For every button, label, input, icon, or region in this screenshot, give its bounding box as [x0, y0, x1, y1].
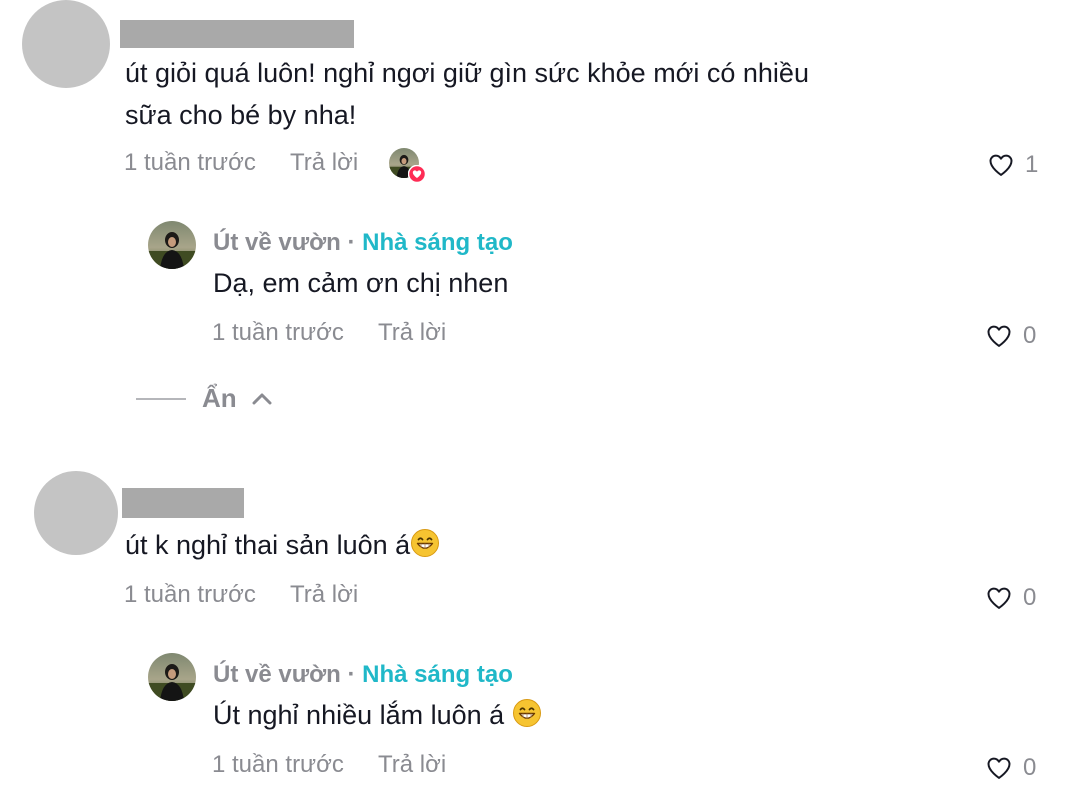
- grinning-face-emoji-icon: [410, 528, 440, 558]
- like-count: 0: [1023, 322, 1037, 349]
- reply-author-row: Út về vườn · Nhà sáng tạo: [213, 661, 513, 689]
- heart-outline-icon: [985, 322, 1013, 350]
- comment-timestamp: 1 tuần trước: [124, 581, 256, 608]
- reply-button[interactable]: Trả lời: [290, 149, 358, 177]
- reply-button[interactable]: Trả lời: [378, 319, 446, 347]
- like-count: 1: [1025, 151, 1039, 178]
- like-button[interactable]: 0: [985, 754, 1036, 782]
- reply-author-name[interactable]: Út về vườn: [213, 661, 341, 688]
- like-count: 0: [1023, 584, 1037, 611]
- like-count: 0: [1023, 754, 1037, 781]
- grinning-face-emoji-icon: [512, 698, 542, 728]
- reply-text: Dạ, em cảm ơn chị nhen: [213, 268, 509, 298]
- comment-text: út k nghỉ thai sản luôn á: [125, 524, 440, 566]
- heart-badge-icon: [408, 165, 426, 183]
- creator-liked-indicator: [388, 147, 426, 185]
- creator-badge: Nhà sáng tạo: [362, 229, 513, 256]
- like-button[interactable]: 0: [985, 584, 1036, 612]
- heart-outline-icon: [987, 151, 1015, 179]
- reply-text: Út nghỉ nhiều lắm luôn á: [213, 694, 542, 736]
- reply-author-name[interactable]: Út về vườn: [213, 229, 341, 256]
- reply-button[interactable]: Trả lời: [378, 751, 446, 779]
- reply-button[interactable]: Trả lời: [290, 581, 358, 609]
- reply-author-row: Út về vườn · Nhà sáng tạo: [213, 229, 513, 257]
- like-button[interactable]: 1: [987, 151, 1038, 179]
- commenter-name-redacted[interactable]: [122, 488, 244, 518]
- reply-text-content: Út nghỉ nhiều lắm luôn á: [213, 700, 505, 730]
- comment-text-line: sữa cho bé by nha!: [125, 100, 357, 130]
- author-separator: ·: [347, 229, 356, 256]
- author-separator: ·: [347, 661, 356, 688]
- creator-avatar[interactable]: [148, 653, 196, 701]
- reply-timestamp: 1 tuần trước: [212, 319, 344, 346]
- hide-divider: [136, 397, 186, 400]
- heart-outline-icon: [985, 754, 1013, 782]
- commenter-avatar[interactable]: [34, 471, 118, 555]
- comment-timestamp: 1 tuần trước: [124, 149, 256, 176]
- chevron-up-icon: [252, 393, 272, 404]
- commenter-name-redacted[interactable]: [120, 20, 354, 48]
- comment-text-content: út k nghỉ thai sản luôn á: [125, 530, 411, 560]
- hide-replies-label: Ẩn: [202, 383, 237, 413]
- creator-badge: Nhà sáng tạo: [362, 661, 513, 688]
- commenter-avatar[interactable]: [22, 0, 110, 88]
- like-button[interactable]: 0: [985, 322, 1036, 350]
- comment-text-line: út giỏi quá luôn! nghỉ ngơi giữ gìn sức …: [125, 58, 809, 88]
- reply-timestamp: 1 tuần trước: [212, 751, 344, 778]
- creator-avatar[interactable]: [148, 221, 196, 269]
- heart-outline-icon: [985, 584, 1013, 612]
- hide-replies-button[interactable]: Ẩn: [136, 383, 273, 414]
